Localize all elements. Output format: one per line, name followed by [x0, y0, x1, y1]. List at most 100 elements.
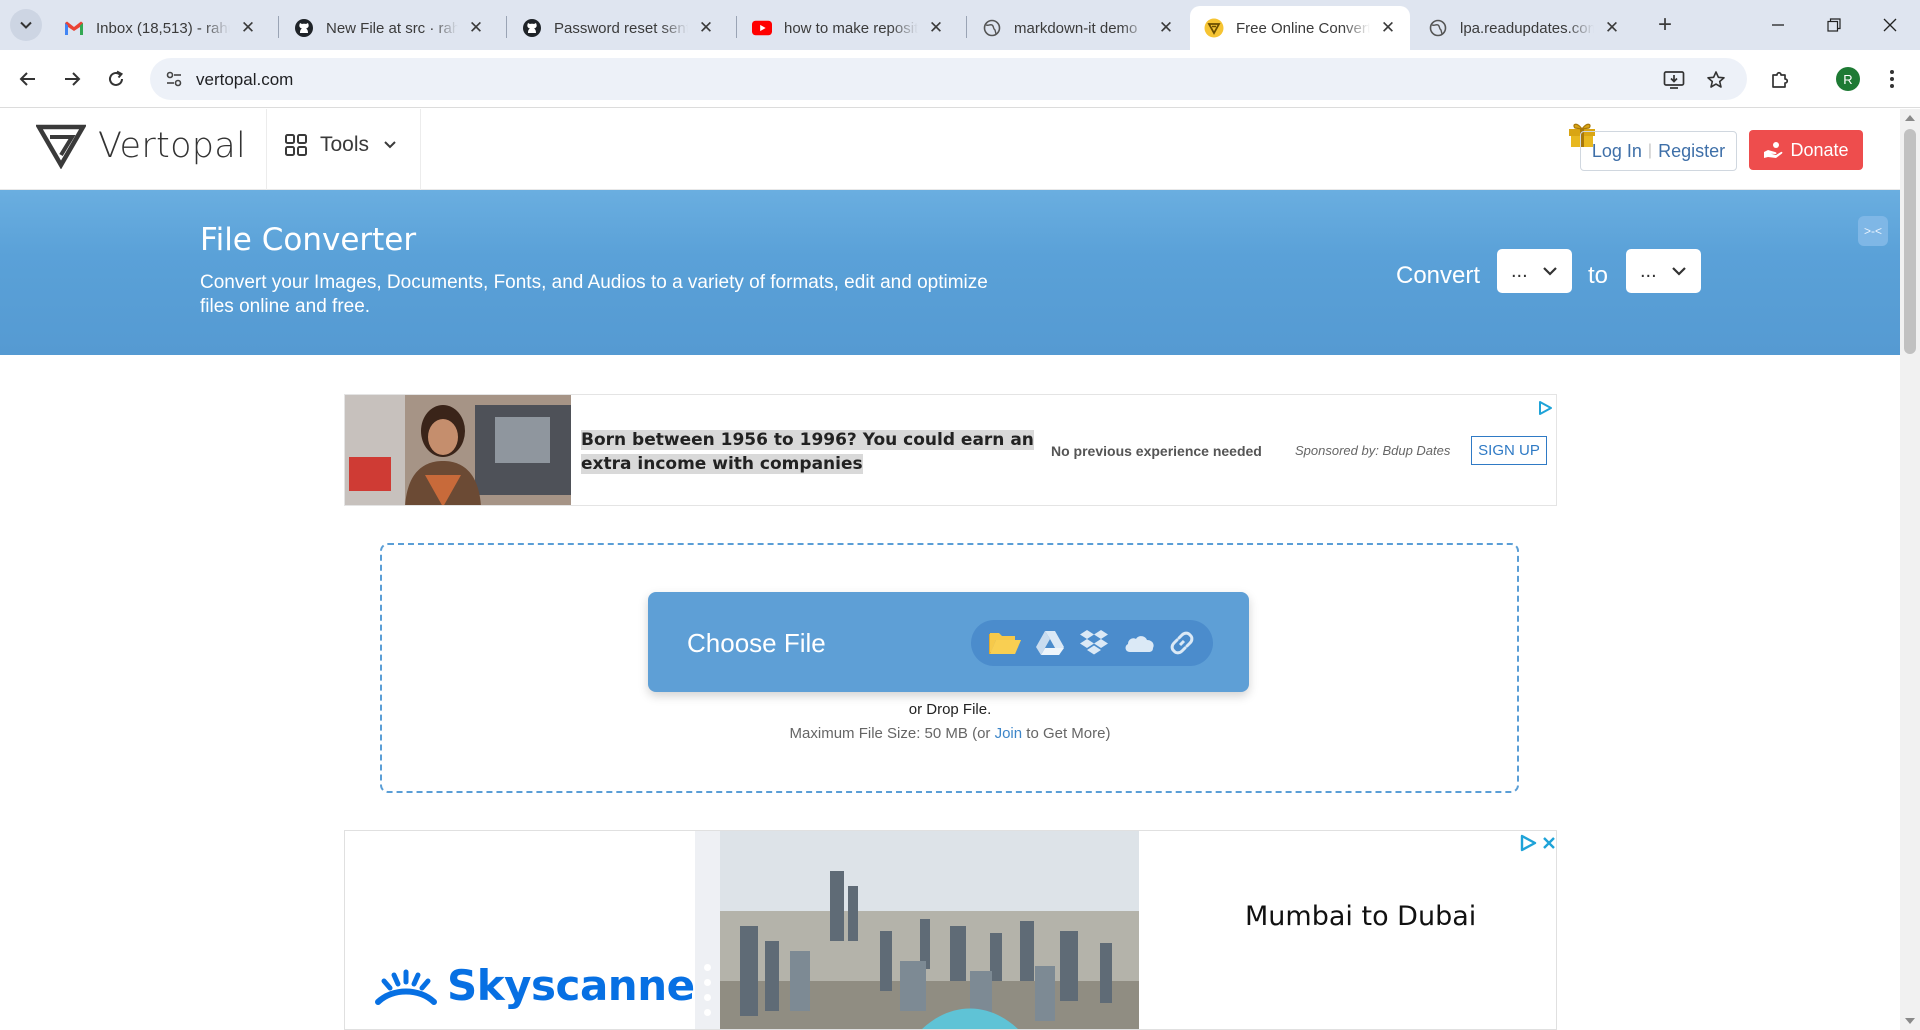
tab-strip: Inbox (18,513) - rahul ✕ New File at src… [0, 0, 1920, 50]
tab-readupdates[interactable]: lpa.readupdates.com ✕ [1414, 6, 1634, 50]
close-icon[interactable]: ✕ [466, 18, 486, 38]
link-icon[interactable] [1168, 629, 1196, 657]
bookmark-star-icon[interactable] [1703, 67, 1729, 93]
hero-banner: File Converter Convert your Images, Docu… [0, 190, 1900, 355]
tab-search-button[interactable] [10, 9, 42, 41]
dropbox-icon[interactable] [1079, 629, 1109, 657]
site-info-icon[interactable] [162, 67, 186, 91]
close-icon[interactable] [1541, 835, 1557, 851]
convert-label: Convert [1396, 262, 1481, 289]
chevron-down-icon [20, 21, 32, 29]
join-link[interactable]: Join [995, 725, 1023, 742]
tab-separator [736, 16, 737, 38]
tab-title: New File at src · rahul [326, 19, 458, 37]
extensions-button[interactable] [1762, 61, 1798, 97]
carousel-dot[interactable] [704, 994, 711, 1001]
donate-button[interactable]: Donate [1749, 130, 1863, 170]
vertopal-icon [1204, 18, 1224, 38]
ad-photo [345, 395, 571, 505]
tab-title: how to make reposit [784, 19, 918, 37]
close-icon[interactable]: ✕ [1602, 18, 1622, 38]
carousel-dot[interactable] [704, 1009, 711, 1016]
new-tab-button[interactable]: + [1650, 10, 1680, 40]
to-format-select[interactable]: ... [1626, 249, 1701, 293]
choose-file-button[interactable]: Choose File [648, 592, 1249, 692]
chat-widget-icon[interactable]: >-< [1858, 216, 1888, 246]
bottom-advertisement[interactable]: Skyscanner Mumbai to Dubai [344, 830, 1557, 1030]
from-format-select[interactable]: ... [1497, 249, 1572, 293]
url-text: vertopal.com [196, 70, 294, 89]
chevron-down-icon [1672, 267, 1686, 276]
adchoices-icon[interactable] [1519, 834, 1537, 852]
ad-subline: No previous experience needed [1051, 443, 1262, 459]
tab-title: Password reset sent! [554, 19, 688, 37]
adchoices-icon[interactable] [1537, 400, 1553, 421]
install-app-icon[interactable] [1661, 67, 1687, 93]
top-advertisement[interactable]: Born between 1956 to 1996? You could ear… [344, 394, 1557, 506]
google-drive-icon[interactable] [1035, 630, 1065, 656]
ad-carousel-strip [695, 831, 720, 1029]
ad-signup-button[interactable]: SIGN UP [1471, 436, 1547, 465]
carousel-dot[interactable] [704, 979, 711, 986]
tab-github-password[interactable]: Password reset sent! ✕ [508, 6, 728, 50]
tools-menu-button[interactable]: Tools [284, 133, 397, 157]
page-viewport: Vertopal Tools Log In | Register Donate … [0, 109, 1900, 1030]
scroll-up-icon[interactable] [1905, 115, 1915, 121]
reload-icon [109, 70, 124, 86]
address-bar[interactable]: vertopal.com [150, 58, 1747, 100]
carousel-dot[interactable] [704, 964, 711, 971]
donate-hand-icon [1764, 142, 1783, 158]
close-icon[interactable]: ✕ [1156, 18, 1176, 38]
reload-button[interactable] [98, 61, 134, 97]
page-scrollbar[interactable] [1900, 109, 1920, 1030]
folder-icon[interactable] [988, 630, 1022, 656]
github-icon [522, 18, 542, 38]
sunrise-icon [375, 969, 437, 1005]
gmail-icon [64, 18, 84, 38]
tab-separator [506, 16, 507, 38]
tools-label: Tools [320, 133, 370, 156]
tab-github-new-file[interactable]: New File at src · rahul ✕ [280, 6, 498, 50]
page-description: Convert your Images, Documents, Fonts, a… [200, 272, 988, 317]
tab-separator [966, 16, 967, 38]
auth-links: Log In | Register [1580, 131, 1737, 171]
close-icon[interactable]: ✕ [1378, 18, 1398, 38]
window-close-button[interactable] [1862, 0, 1918, 50]
tab-gmail[interactable]: Inbox (18,513) - rahul ✕ [50, 6, 270, 50]
browser-menu-button[interactable] [1874, 61, 1910, 97]
max-file-size-note: Maximum File Size: 50 MB (or Join to Get… [789, 725, 1111, 742]
login-link[interactable]: Log In [1592, 141, 1642, 162]
arrow-right-icon [65, 72, 81, 86]
from-format-value: ... [1511, 259, 1528, 282]
ad-city-photo [720, 831, 1139, 1029]
close-icon [1883, 18, 1897, 32]
tab-youtube[interactable]: how to make reposit ✕ [738, 6, 958, 50]
tab-title: markdown-it demo [1014, 19, 1138, 37]
forward-button[interactable] [54, 61, 90, 97]
arrow-left-icon [19, 72, 35, 86]
upload-sources [971, 620, 1213, 666]
restore-button[interactable] [1806, 0, 1862, 50]
tab-title: lpa.readupdates.com [1460, 19, 1594, 37]
tab-title: Inbox (18,513) - rahul [96, 19, 230, 37]
close-icon[interactable]: ✕ [696, 18, 716, 38]
chevron-down-icon [384, 141, 396, 149]
close-icon[interactable]: ✕ [238, 18, 258, 38]
site-header: Vertopal Tools Log In | Register Donate [0, 109, 1900, 190]
minimize-button[interactable] [1750, 0, 1806, 50]
close-icon[interactable]: ✕ [926, 18, 946, 38]
header-divider [420, 109, 421, 190]
scroll-down-icon[interactable] [1905, 1018, 1915, 1024]
scrollbar-thumb[interactable] [1904, 129, 1916, 354]
profile-avatar[interactable]: R [1836, 67, 1860, 91]
back-button[interactable] [10, 61, 46, 97]
register-link[interactable]: Register [1658, 141, 1725, 162]
onedrive-icon[interactable] [1123, 632, 1155, 654]
more-vert-icon [1890, 70, 1894, 88]
restore-icon [1827, 18, 1841, 32]
site-logo[interactable]: Vertopal [36, 123, 246, 169]
tab-vertopal[interactable]: Free Online Converte ✕ [1190, 6, 1410, 50]
tab-separator [278, 16, 279, 38]
globe-icon [1428, 18, 1448, 38]
tab-markdown-demo[interactable]: markdown-it demo ✕ [968, 6, 1188, 50]
